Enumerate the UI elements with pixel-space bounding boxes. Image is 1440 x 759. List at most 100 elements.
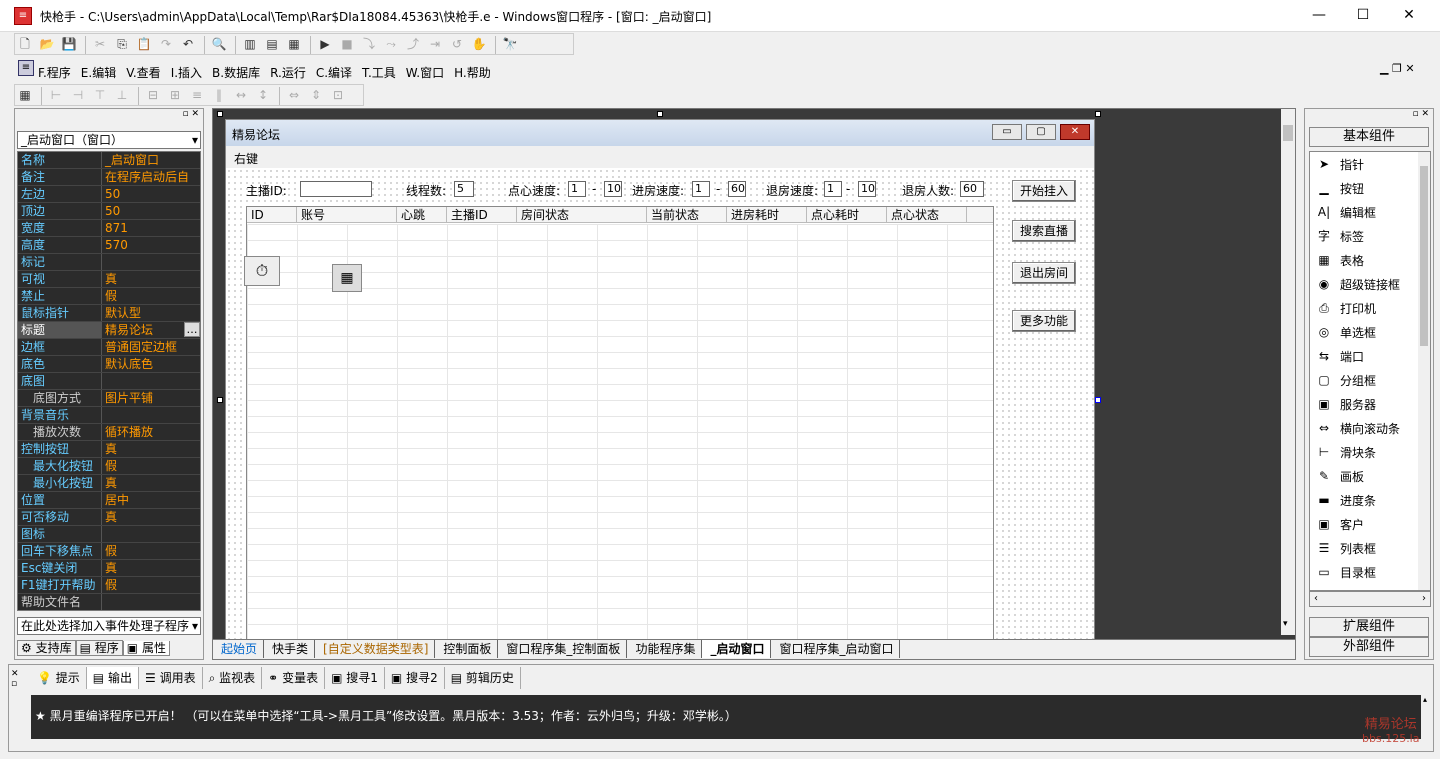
output-vscrollbar[interactable]: ▴ [1423, 695, 1433, 739]
column-header[interactable]: 进房耗时 [727, 207, 807, 223]
panel-restore-icon[interactable]: ▫ [11, 679, 17, 689]
step-icon[interactable]: ⤵ [359, 34, 379, 54]
panel-close-icon[interactable]: ✕ [1421, 109, 1429, 119]
property-value[interactable] [102, 594, 200, 610]
menu-edit[interactable]: E.编辑 [81, 64, 116, 81]
fit-height-icon[interactable]: ⇕ [306, 85, 326, 105]
property-value[interactable]: 普通固定边框 [102, 339, 200, 355]
component-item[interactable]: ▣ 服务器 [1310, 392, 1430, 416]
resize-handle[interactable] [1095, 397, 1101, 403]
property-row[interactable]: 底图方式 图片平铺 [18, 390, 200, 407]
property-value[interactable]: 假 [102, 458, 200, 474]
step-over-icon[interactable]: ⤳ [381, 34, 401, 54]
property-row[interactable]: 位置 居中 [18, 492, 200, 509]
component-item[interactable]: ✎ 画板 [1310, 464, 1430, 488]
save-icon[interactable]: 💾 [59, 34, 79, 54]
same-width-icon[interactable]: ≡ [187, 85, 207, 105]
close-button[interactable]: ✕ [1386, 0, 1432, 32]
property-row[interactable]: 标记 [18, 254, 200, 271]
property-row[interactable]: 宽度 871 [18, 220, 200, 237]
component-item[interactable]: ⇔ 横向滚动条 [1310, 416, 1430, 440]
timer-icon[interactable]: ⏱ [244, 256, 280, 286]
anchor-id-input[interactable] [300, 181, 372, 197]
component-item[interactable]: ➤ 指针 [1310, 152, 1430, 176]
component-item[interactable]: ⊢ 滑块条 [1310, 440, 1430, 464]
open-folder-icon[interactable]: 📂 [37, 34, 57, 54]
enter-speed-min-input[interactable]: 1 [692, 181, 710, 197]
panel-close-icon[interactable]: ✕ [11, 669, 19, 679]
property-value[interactable]: 真 [102, 475, 200, 491]
component-item[interactable]: ▦ 表格 [1310, 248, 1430, 272]
panel-close-icon[interactable]: ✕ [191, 109, 199, 119]
column-header[interactable]: 主播ID [447, 207, 517, 223]
tab-start-page[interactable]: 起始页 [213, 640, 265, 658]
property-value[interactable]: 真 [102, 509, 200, 525]
component-item[interactable]: ▬ 进度条 [1310, 488, 1430, 512]
property-row[interactable]: 鼠标指针 默认型 [18, 305, 200, 322]
property-value[interactable]: 真 [102, 560, 200, 576]
binoculars-icon[interactable]: 🔭 [500, 34, 520, 54]
column-header[interactable]: 当前状态 [647, 207, 727, 223]
property-row[interactable]: 最小化按钮真 [18, 475, 200, 492]
undo-icon[interactable]: ↶ [178, 34, 198, 54]
component-item[interactable]: ☰ 列表框 [1310, 536, 1430, 560]
property-value[interactable]: 570 [102, 237, 200, 253]
form-menu-right-click[interactable]: 右键 [234, 150, 258, 167]
property-row[interactable]: 回车下移焦点假 [18, 543, 200, 560]
align-right-icon[interactable]: ⊣ [68, 85, 88, 105]
property-row[interactable]: 名称 _启动窗口 [18, 152, 200, 169]
property-value[interactable]: 假 [102, 543, 200, 559]
component-item[interactable]: 字标签 [1310, 224, 1430, 248]
align-top-icon[interactable]: ⊤ [90, 85, 110, 105]
chevron-left-icon[interactable]: ‹ [1314, 593, 1318, 604]
more-functions-button[interactable]: 更多功能 [1012, 310, 1076, 332]
component-item[interactable]: ▢ 分组框 [1310, 368, 1430, 392]
resize-handle[interactable] [1095, 111, 1101, 117]
resize-handle[interactable] [217, 111, 223, 117]
property-row[interactable]: 图标 [18, 526, 200, 543]
snack-speed-min-input[interactable]: 1 [568, 181, 586, 197]
property-row[interactable]: 备注 在程序启动后自 [18, 169, 200, 186]
property-value[interactable]: 50 [102, 186, 200, 202]
mdi-close-icon[interactable]: ✕ [1405, 62, 1414, 75]
tab-custom-types[interactable]: [自定义数据类型表] [315, 640, 436, 658]
extended-components-header[interactable]: 扩展组件 [1309, 617, 1429, 637]
property-value[interactable]: 假 [102, 577, 200, 593]
property-value[interactable] [102, 254, 200, 270]
tab-properties[interactable]: ▣ 属性 [122, 641, 170, 656]
menu-database[interactable]: B.数据库 [212, 64, 260, 81]
panel-restore-icon[interactable]: ▫ [182, 109, 188, 119]
component-vscrollbar[interactable] [1418, 152, 1430, 590]
object-selector[interactable]: _启动窗口（窗口） ▾ [17, 131, 201, 149]
maximize-button[interactable]: ☐ [1340, 0, 1386, 32]
form-maximize-icon[interactable]: ▢ [1026, 124, 1056, 140]
tab-control-panel-code[interactable]: 窗口程序集_控制面板 [498, 640, 628, 658]
tab-kuaishou-class[interactable]: 快手类 [264, 640, 316, 658]
external-components-header[interactable]: 外部组件 [1309, 637, 1429, 657]
exit-speed-min-input[interactable]: 1 [824, 181, 842, 197]
form-minimize-icon[interactable]: ▭ [992, 124, 1022, 140]
component-item[interactable]: ▭ 目录框 [1310, 560, 1430, 584]
component-item[interactable]: ▁ 按钮 [1310, 176, 1430, 200]
paste-icon[interactable]: 📋 [134, 34, 154, 54]
component-item[interactable]: A| 编辑框 [1310, 200, 1430, 224]
menu-view[interactable]: V.查看 [126, 64, 160, 81]
tab-watch[interactable]: ⌕ 监视表 [203, 667, 263, 689]
resize-handle[interactable] [217, 397, 223, 403]
layout-3-icon[interactable]: ▦ [284, 34, 304, 54]
property-value[interactable]: 图片平铺 [102, 390, 200, 406]
form-close-icon[interactable]: ✕ [1060, 124, 1090, 140]
property-row[interactable]: 底色 默认底色 [18, 356, 200, 373]
tab-program[interactable]: ▤ 程序 [75, 640, 123, 656]
component-item[interactable]: ▣ 客户 [1310, 512, 1430, 536]
enter-speed-max-input[interactable]: 60 [728, 181, 746, 197]
resize-handle[interactable] [657, 111, 663, 117]
layout-1-icon[interactable]: ▥ [240, 34, 260, 54]
space-v-icon[interactable]: ↕ [253, 85, 273, 105]
form-window[interactable]: 精易论坛 ▭ ▢ ✕ 右键 主播ID: 线程数: 5 点心速度: 1 - 10 … [225, 119, 1095, 641]
property-value[interactable]: 在程序启动后自 [102, 169, 200, 185]
column-header[interactable]: 房间状态 [517, 207, 647, 223]
breakpoint-icon[interactable]: ↺ [447, 34, 467, 54]
component-item[interactable]: ◎ 单选框 [1310, 320, 1430, 344]
fit-width-icon[interactable]: ⇔ [284, 85, 304, 105]
